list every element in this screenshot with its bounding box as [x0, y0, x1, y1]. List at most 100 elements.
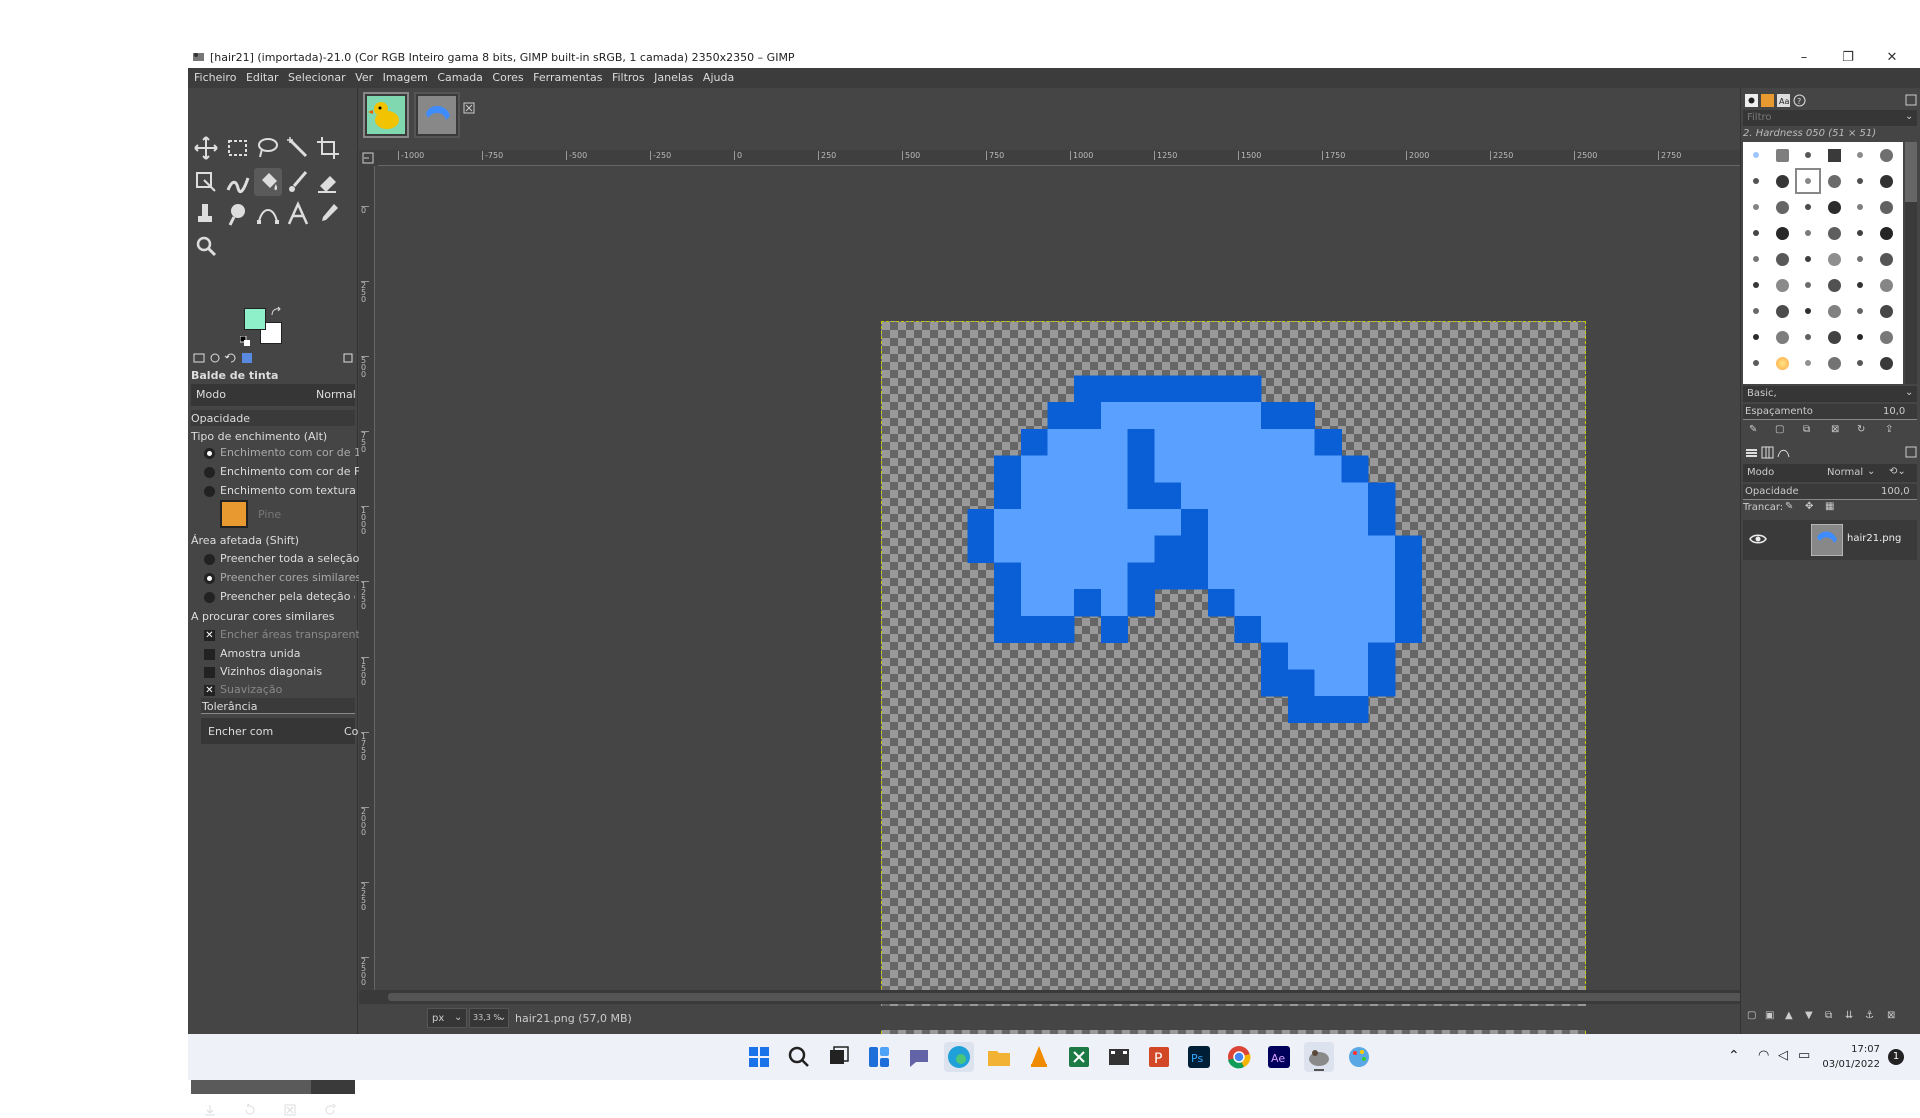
- brush-item[interactable]: [1805, 204, 1811, 210]
- help-tab-icon[interactable]: ?: [1793, 94, 1806, 107]
- unified-transform-icon[interactable]: [192, 168, 220, 196]
- antialias-checkbox[interactable]: ✕: [204, 685, 215, 696]
- fill-transparent-checkbox[interactable]: ✕: [204, 630, 215, 641]
- brush-item[interactable]: [1827, 200, 1841, 214]
- brush-scrollbar[interactable]: [1905, 142, 1917, 384]
- brush-item[interactable]: [1857, 204, 1863, 210]
- patterns-tab-icon[interactable]: [1761, 94, 1774, 107]
- brush-item[interactable]: [1857, 308, 1863, 314]
- fuzzy-select-icon[interactable]: [284, 134, 312, 162]
- channels-tab-icon[interactable]: [1761, 446, 1774, 459]
- tool-options-tab-icon[interactable]: [191, 350, 207, 366]
- vlc-button[interactable]: [1024, 1042, 1054, 1072]
- zoom-select[interactable]: 33,3 % ⌄: [469, 1008, 509, 1028]
- fill-bg-radio[interactable]: [204, 467, 215, 478]
- brush-item[interactable]: [1879, 174, 1893, 188]
- bucket-fill-icon[interactable]: [254, 168, 282, 196]
- fg-bg-colors[interactable]: [240, 306, 290, 352]
- eraser-icon[interactable]: [314, 168, 342, 196]
- mode-value[interactable]: Normal: [316, 388, 356, 401]
- swap-colors-icon[interactable]: [270, 306, 282, 318]
- menu-ferramentas[interactable]: Ferramentas: [527, 68, 602, 84]
- diagonal-neighbors-checkbox[interactable]: [204, 667, 215, 678]
- brush-item[interactable]: [1775, 304, 1789, 318]
- export-brush-icon[interactable]: ⇪: [1885, 424, 1893, 435]
- layer-row[interactable]: hair21.png: [1743, 520, 1917, 560]
- brush-item[interactable]: [1775, 356, 1789, 370]
- menu-imagem[interactable]: Imagem: [377, 68, 428, 84]
- widgets-button[interactable]: [864, 1042, 894, 1072]
- brush-item[interactable]: [1775, 278, 1789, 292]
- horizontal-ruler[interactable]: -1000 -750 -500 -250 0 250 500 750 1000 1250 1500 1…: [378, 150, 1890, 166]
- canvas-area[interactable]: [376, 166, 1890, 1069]
- new-layer-icon[interactable]: ▢: [1747, 1010, 1756, 1021]
- brush-item[interactable]: [1753, 360, 1759, 366]
- brush-item[interactable]: [1857, 230, 1863, 236]
- brush-item[interactable]: [1753, 256, 1759, 262]
- clock[interactable]: 17:07 03/01/2022: [1820, 1042, 1880, 1072]
- brush-item[interactable]: [1805, 360, 1811, 366]
- hair-pixel-art[interactable]: [882, 322, 1587, 1070]
- fill-similar-radio[interactable]: [204, 573, 215, 584]
- brush-item[interactable]: [1775, 174, 1789, 188]
- menu-ver[interactable]: Ver: [349, 68, 373, 84]
- brush-item[interactable]: [1827, 174, 1841, 188]
- brush-item[interactable]: [1805, 152, 1811, 158]
- paths-tab-icon[interactable]: [1777, 446, 1790, 459]
- brush-item[interactable]: [1753, 178, 1759, 184]
- zoom-toggle[interactable]: [359, 990, 378, 1004]
- brush-item[interactable]: [1775, 200, 1789, 214]
- brush-item[interactable]: [1879, 356, 1893, 370]
- paintbrush-icon[interactable]: [284, 168, 312, 196]
- menu-camada[interactable]: Camada: [431, 68, 483, 84]
- rect-select-icon[interactable]: [224, 134, 252, 162]
- brush-item[interactable]: [1775, 330, 1789, 344]
- fill-by-value[interactable]: Co: [344, 725, 358, 738]
- brush-grid[interactable]: [1743, 142, 1903, 384]
- paths-icon[interactable]: [254, 200, 282, 228]
- chevron-up-icon[interactable]: ⌃: [1728, 1048, 1740, 1064]
- task-view-button[interactable]: [824, 1042, 854, 1072]
- brush-item[interactable]: [1827, 304, 1841, 318]
- brush-item[interactable]: [1857, 152, 1863, 158]
- configure-tab-icon[interactable]: [340, 350, 356, 366]
- menu-ficheiro[interactable]: Ficheiro: [188, 68, 236, 84]
- brush-tag-select[interactable]: Basic, ⌄: [1743, 386, 1917, 402]
- brush-item[interactable]: [1879, 252, 1893, 266]
- chrome-button[interactable]: [1224, 1042, 1254, 1072]
- delete-options-icon[interactable]: [282, 1102, 298, 1118]
- brush-item[interactable]: [1879, 304, 1893, 318]
- gimp-taskbar-button[interactable]: [1304, 1042, 1334, 1072]
- start-button[interactable]: [744, 1042, 774, 1072]
- menu-selecionar[interactable]: Selecionar: [282, 68, 346, 84]
- undo-history-tab-icon[interactable]: [223, 350, 239, 366]
- brush-item[interactable]: [1775, 226, 1789, 240]
- close-button[interactable]: ✕: [1872, 48, 1912, 68]
- brush-item[interactable]: [1805, 256, 1811, 262]
- brushes-tab-icon[interactable]: [1745, 94, 1758, 107]
- fill-selection-radio[interactable]: [204, 554, 215, 565]
- lock-position-icon[interactable]: ✥: [1805, 501, 1813, 512]
- composite-mode-icon[interactable]: ⟲⌄: [1889, 466, 1906, 477]
- layer-name[interactable]: hair21.png: [1847, 533, 1901, 544]
- sample-merged-checkbox[interactable]: [204, 649, 215, 660]
- brush-item[interactable]: [1775, 252, 1789, 266]
- brush-item[interactable]: [1827, 148, 1841, 162]
- save-options-icon[interactable]: [202, 1102, 218, 1118]
- fill-lineart-radio[interactable]: [204, 592, 215, 603]
- brush-item[interactable]: [1753, 152, 1759, 158]
- refresh-brushes-icon[interactable]: ↻: [1857, 424, 1865, 435]
- lock-alpha-icon[interactable]: ▦: [1825, 501, 1834, 512]
- brush-item[interactable]: [1857, 360, 1863, 366]
- dock-menu-icon[interactable]: [1905, 94, 1917, 106]
- battery-icon[interactable]: ▭: [1798, 1048, 1810, 1063]
- clipchamp-button[interactable]: [1104, 1042, 1134, 1072]
- menu-janelas[interactable]: Janelas: [648, 68, 693, 84]
- brush-item[interactable]: [1805, 230, 1811, 236]
- brush-item[interactable]: [1753, 204, 1759, 210]
- close-tab-icon[interactable]: [463, 102, 475, 114]
- excel-button[interactable]: [1064, 1042, 1094, 1072]
- brush-item[interactable]: [1857, 178, 1863, 184]
- crop-icon[interactable]: [314, 134, 342, 162]
- after-effects-button[interactable]: Ae: [1264, 1042, 1294, 1072]
